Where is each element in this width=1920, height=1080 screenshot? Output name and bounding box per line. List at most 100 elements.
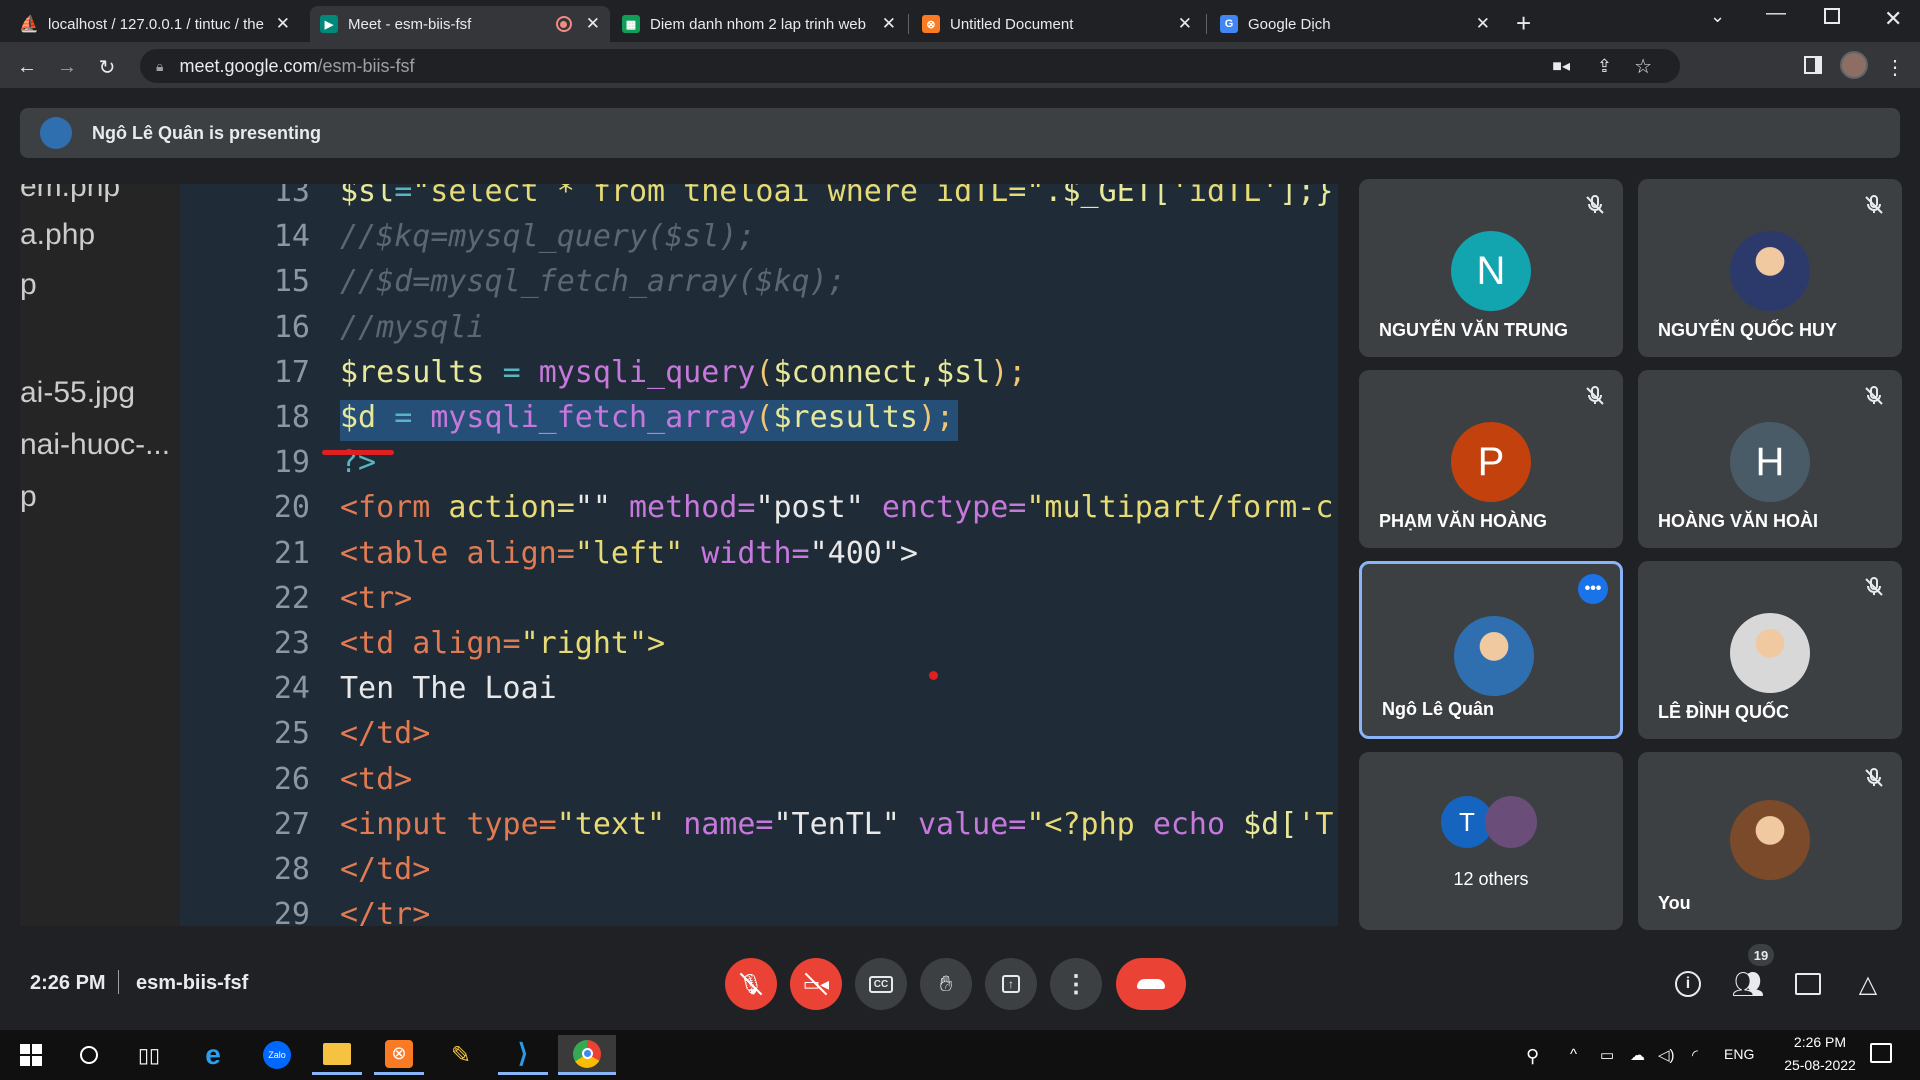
presenter-avatar [40, 117, 72, 149]
camera-indicator-icon[interactable]: ■◂ [1552, 56, 1570, 76]
meeting-details-button[interactable]: i [1668, 964, 1708, 1004]
code-text: </td> [340, 852, 430, 887]
bookmark-star-icon[interactable]: ☆ [1634, 54, 1652, 79]
code-editor: 13 $sl="select * from theloai where idTL=… [180, 184, 1338, 926]
zalo-taskbar-icon[interactable]: Zalo [252, 1035, 302, 1075]
code-text: //$d=mysql_fetch_array($kq); [340, 264, 846, 299]
laser-pointer [929, 671, 938, 680]
participant-name: 12 others [1453, 869, 1529, 889]
task-view-button[interactable]: ▯▯ [124, 1035, 174, 1075]
edge-taskbar-icon[interactable]: e [188, 1035, 238, 1075]
activities-button[interactable]: △ [1848, 964, 1888, 1004]
show-hidden-icons[interactable]: ^ [1570, 1046, 1577, 1063]
code-token: <input [340, 806, 467, 842]
close-icon[interactable]: ✕ [1476, 14, 1490, 34]
clock-date[interactable]: 25-08-2022 [1772, 1057, 1868, 1073]
notifications-icon[interactable] [1870, 1043, 1892, 1063]
onedrive-icon[interactable]: ☁ [1630, 1046, 1645, 1064]
mic-off-icon [1862, 766, 1886, 790]
code-line: 25 </td> [180, 716, 1338, 761]
code-token: .$_GET[ [1044, 184, 1171, 209]
volume-icon[interactable]: ◁) [1658, 1046, 1675, 1064]
recording-icon [555, 16, 572, 32]
participant-tile[interactable]: Ngô Lê Quân ••• [1359, 561, 1623, 739]
participant-tile[interactable]: P PHẠM VĂN HOÀNG [1359, 370, 1623, 548]
share-icon[interactable]: ⇪ [1597, 56, 1612, 77]
line-number: 24 [273, 671, 310, 707]
mic-off-icon [1862, 384, 1886, 408]
search-button[interactable] [64, 1035, 114, 1075]
xampp-taskbar-icon[interactable]: ⊗ [374, 1035, 424, 1075]
more-options-button[interactable]: ⋮ [1050, 958, 1102, 1010]
browser-menu-icon[interactable]: ⋮ [1880, 52, 1910, 82]
participant-tile[interactable]: H HOÀNG VĂN HOÀI [1638, 370, 1902, 548]
minimize-icon[interactable]: — [1766, 2, 1786, 25]
code-token: align= [466, 535, 575, 571]
participant-tile[interactable]: N NGUYỄN VĂN TRUNG [1359, 179, 1623, 357]
wifi-icon[interactable]: ◜ [1692, 1046, 1698, 1064]
app-taskbar-icon[interactable]: ✎ [436, 1035, 486, 1075]
clock-time[interactable]: 2:26 PM [1780, 1034, 1860, 1050]
tab-untitled-document[interactable]: ⊗ Untitled Document ✕ [912, 6, 1202, 42]
code-token: $sl [340, 184, 395, 209]
input-language[interactable]: ENG [1724, 1046, 1754, 1062]
present-button[interactable]: ↑ [985, 958, 1037, 1010]
captions-button[interactable]: CC [855, 958, 907, 1010]
line-number: 27 [273, 806, 310, 842]
tile-more-options-button[interactable]: ••• [1578, 574, 1608, 604]
battery-icon[interactable]: ▭ [1600, 1046, 1614, 1064]
code-token: ); [917, 400, 955, 435]
forward-icon[interactable]: → [52, 52, 82, 82]
participant-avatar [1730, 613, 1810, 693]
info-icon: i [1675, 971, 1701, 997]
code-line: 23 <td align="right"> [180, 626, 1338, 671]
line-number: 26 [273, 761, 310, 797]
tab-google-translate[interactable]: G Google Dịch ✕ [1210, 6, 1500, 42]
tab-search-icon[interactable]: ⌄ [1710, 6, 1725, 27]
annotation-underline [322, 450, 394, 455]
tab-phpmyadmin[interactable]: ⛵ localhost / 127.0.0.1 / tintuc / the ✕ [10, 6, 300, 42]
participant-avatar: P [1451, 422, 1531, 502]
leave-call-button[interactable] [1116, 958, 1186, 1010]
restore-icon[interactable] [1824, 8, 1840, 24]
mic-toggle-button[interactable]: 🎙︎ [725, 958, 777, 1010]
file-item: ai-55.jpg [20, 376, 136, 409]
meeting-code: esm-biis-fsf [136, 972, 249, 994]
camera-toggle-button[interactable]: ▭◂ [790, 958, 842, 1010]
participant-avatar [1730, 800, 1810, 880]
vscode-taskbar-icon[interactable]: ⟩ [498, 1035, 548, 1075]
raise-hand-button[interactable]: ✋︎ [920, 958, 972, 1010]
close-icon[interactable]: ✕ [276, 14, 290, 34]
code-text: //mysqli [340, 310, 485, 345]
start-button[interactable] [6, 1035, 56, 1075]
reload-icon[interactable]: ↻ [92, 52, 122, 82]
people-button[interactable]: 👥︎ [1728, 964, 1768, 1004]
window-close-icon[interactable]: ✕ [1884, 6, 1902, 32]
line-number: 17 [273, 354, 310, 390]
profile-avatar[interactable] [1840, 51, 1868, 79]
back-icon[interactable]: ← [12, 52, 42, 82]
close-icon[interactable]: ✕ [882, 14, 896, 34]
sheets-icon: ▦ [622, 15, 640, 33]
chrome-taskbar-icon[interactable] [558, 1035, 616, 1075]
file-item: a.php [20, 218, 96, 251]
more-vert-icon: ⋮ [1064, 970, 1088, 998]
tab-strip: ⛵ localhost / 127.0.0.1 / tintuc / the ✕… [0, 0, 1920, 42]
person-tray-icon[interactable]: ⚲ [1526, 1046, 1539, 1067]
code-text: </td> [340, 716, 430, 751]
side-panel-icon[interactable] [1804, 56, 1822, 74]
participant-tile[interactable]: You [1638, 752, 1902, 930]
code-token: = [394, 400, 431, 435]
tab-meet[interactable]: ▶ Meet - esm-biis-fsf ✕ [310, 6, 610, 42]
file-explorer-taskbar-icon[interactable] [312, 1035, 362, 1075]
code-text: Ten The Loai [340, 671, 557, 706]
address-bar[interactable]: 🔒︎ meet.google.com/esm-biis-fsf ■◂ ⇪ ☆ [140, 49, 1680, 83]
participant-tile[interactable]: T 12 others [1359, 752, 1623, 930]
close-icon[interactable]: ✕ [586, 14, 600, 34]
tab-sheets[interactable]: ▦ Diem danh nhom 2 lap trinh web ✕ [612, 6, 906, 42]
participant-tile[interactable]: LÊ ĐÌNH QUỐC [1638, 561, 1902, 739]
participant-tile[interactable]: NGUYỄN QUỐC HUY [1638, 179, 1902, 357]
new-tab-icon[interactable]: + [1516, 8, 1531, 39]
chat-button[interactable] [1788, 964, 1828, 1004]
close-icon[interactable]: ✕ [1178, 14, 1192, 34]
